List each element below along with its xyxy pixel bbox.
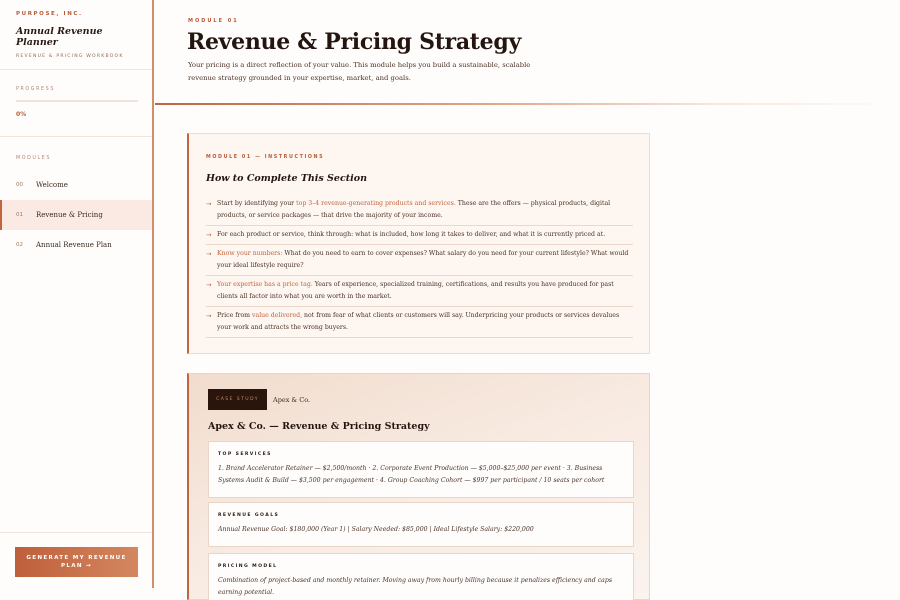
list-item: → Your expertise has a price tag. Years … (206, 276, 633, 307)
case-study-title: Apex & Co. — Revenue & Pricing Strategy (208, 421, 430, 432)
progress-section: PROGRESS 0% (0, 70, 152, 137)
header-divider (155, 103, 900, 105)
arrow-right-icon: → (206, 312, 212, 320)
case-study-card: CASE STUDY Apex & Co. Apex & Co. — Reven… (187, 373, 650, 600)
pricing-model-box: PRICING MODEL Combination of project-bas… (208, 553, 634, 600)
instructions-list: → Start by identifying your top 3–4 reve… (206, 195, 633, 338)
progress-bar (16, 100, 138, 102)
brand-company: PURPOSE, INC. (16, 11, 83, 17)
module-tag: MODULE 01 (188, 18, 239, 24)
instructions-card: MODULE 01 — INSTRUCTIONS How to Complete… (187, 133, 650, 354)
arrow-right-icon: → (206, 250, 212, 258)
case-study-company: Apex & Co. (273, 396, 311, 404)
app-title: Annual Revenue Planner (16, 26, 103, 48)
instructions-tag: MODULE 01 — INSTRUCTIONS (206, 155, 325, 160)
highlight-text: top 3–4 revenue-generating products and … (296, 200, 456, 207)
page-description: Your pricing is a direct reflection of y… (188, 61, 531, 82)
highlight-text: Your expertise has a price tag. (217, 281, 313, 288)
sidebar-footer: GENERATE MY REVENUE PLAN → (0, 532, 152, 588)
generate-plan-button[interactable]: GENERATE MY REVENUE PLAN → (15, 547, 138, 577)
sidebar-item-revenue-pricing[interactable]: 01 Revenue & Pricing (0, 200, 152, 230)
list-item: → For each product or service, think thr… (206, 226, 633, 245)
progress-label: PROGRESS (16, 87, 55, 92)
page-header: MODULE 01 Revenue & Pricing Strategy You… (155, 0, 900, 106)
modules-section: MODULES 00 Welcome 01 Revenue & Pricing … (0, 137, 152, 260)
highlight-text: value delivered, (252, 312, 303, 319)
highlight-text: Know your numbers: (217, 250, 283, 257)
module-number: 00 (16, 182, 23, 188)
box-label: PRICING MODEL (218, 564, 278, 569)
arrow-right-icon: → (206, 281, 212, 289)
instruction-text: Know your numbers: What do you need to e… (217, 250, 629, 269)
list-item: → Know your numbers: What do you need to… (206, 245, 633, 276)
arrow-right-icon: → (206, 231, 212, 239)
box-label: TOP SERVICES (218, 452, 272, 457)
sidebar-item-welcome[interactable]: 00 Welcome (0, 170, 152, 200)
instruction-text: Price from value delivered, not from fea… (217, 312, 620, 331)
progress-value: 0% (16, 111, 27, 118)
box-text: Annual Revenue Goal: $180,000 (Year 1) |… (218, 526, 534, 533)
module-label: Revenue & Pricing (36, 211, 103, 219)
instruction-text: For each product or service, think throu… (217, 231, 606, 238)
modules-label: MODULES (16, 156, 52, 161)
module-number: 01 (16, 212, 23, 218)
box-text: 1. Brand Accelerator Retainer — $2,500/m… (218, 465, 605, 484)
box-label: REVENUE GOALS (218, 513, 280, 518)
instruction-text: Start by identifying your top 3–4 revenu… (217, 200, 611, 219)
module-label: Welcome (36, 181, 68, 189)
revenue-goals-box: REVENUE GOALS Annual Revenue Goal: $180,… (208, 502, 634, 547)
top-services-box: TOP SERVICES 1. Brand Accelerator Retain… (208, 441, 634, 498)
brand-block: PURPOSE, INC. Annual Revenue Planner REV… (0, 0, 152, 70)
arrow-right-icon: → (206, 200, 212, 208)
module-list: 00 Welcome 01 Revenue & Pricing 02 Annua… (0, 170, 152, 260)
sidebar-item-annual-revenue-plan[interactable]: 02 Annual Revenue Plan (0, 230, 152, 260)
app-subtitle: REVENUE & PRICING WORKBOOK (16, 54, 124, 59)
box-text: Combination of project-based and monthly… (218, 577, 612, 596)
list-item: → Start by identifying your top 3–4 reve… (206, 195, 633, 226)
page-title: Revenue & Pricing Strategy (187, 29, 521, 55)
case-study-badge: CASE STUDY (208, 389, 267, 410)
module-number: 02 (16, 242, 23, 248)
instruction-text: Your expertise has a price tag. Years of… (217, 281, 614, 300)
sidebar: PURPOSE, INC. Annual Revenue Planner REV… (0, 0, 154, 588)
module-label: Annual Revenue Plan (36, 241, 112, 249)
instructions-title: How to Complete This Section (206, 173, 367, 184)
list-item: → Price from value delivered, not from f… (206, 307, 633, 338)
